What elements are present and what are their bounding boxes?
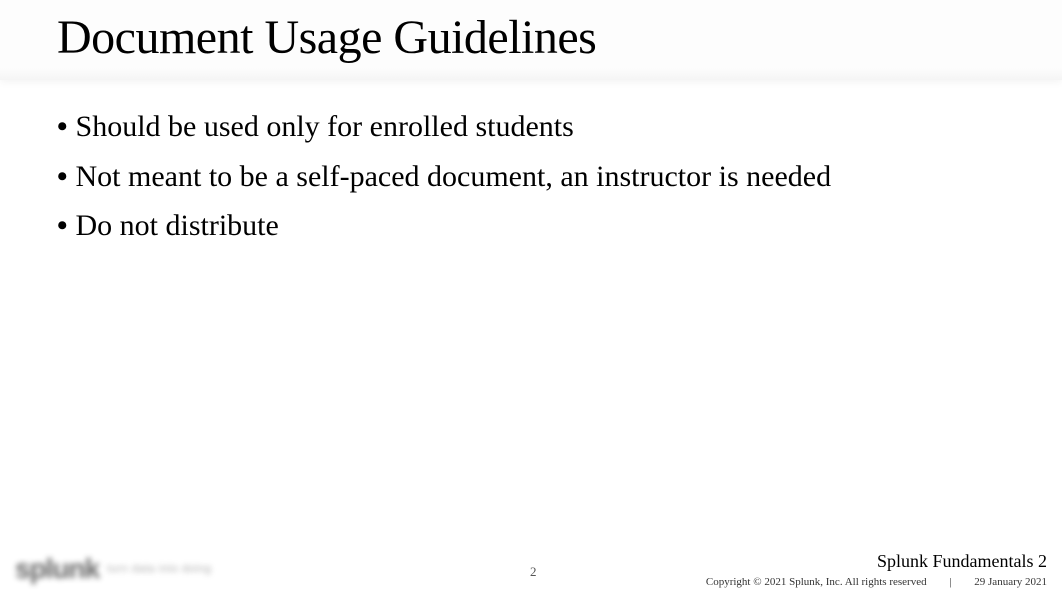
- slide-header: Document Usage Guidelines: [0, 0, 1062, 80]
- brand-tagline: turn data into doing: [107, 563, 211, 575]
- bullet-text: Should be used only for enrolled student…: [76, 102, 574, 152]
- bullet-item: • Not meant to be a self-paced document,…: [57, 152, 1005, 202]
- bullet-marker-icon: •: [57, 102, 68, 152]
- brand-logo: splunk: [15, 553, 99, 585]
- page-number: 2: [530, 564, 537, 580]
- copyright-text: Copyright © 2021 Splunk, Inc. All rights…: [706, 576, 927, 588]
- bullet-marker-icon: •: [57, 152, 68, 202]
- course-name: Splunk Fundamentals 2: [706, 551, 1047, 572]
- slide-footer: splunk turn data into doing 2 Splunk Fun…: [0, 540, 1062, 598]
- bullet-item: • Should be used only for enrolled stude…: [57, 102, 1005, 152]
- bullet-text: Do not distribute: [76, 201, 279, 251]
- copyright-line: Copyright © 2021 Splunk, Inc. All rights…: [706, 576, 1047, 588]
- logo-area: splunk turn data into doing: [15, 553, 211, 585]
- bullet-marker-icon: •: [57, 201, 68, 251]
- slide-title: Document Usage Guidelines: [57, 10, 1062, 65]
- footer-date: 29 January 2021: [974, 576, 1047, 588]
- bullet-item: • Do not distribute: [57, 201, 1005, 251]
- slide-content: • Should be used only for enrolled stude…: [0, 80, 1062, 251]
- bullet-text: Not meant to be a self-paced document, a…: [76, 152, 832, 202]
- footer-right: Splunk Fundamentals 2 Copyright © 2021 S…: [706, 551, 1047, 588]
- bullet-list: • Should be used only for enrolled stude…: [57, 102, 1005, 251]
- footer-divider: |: [949, 576, 951, 588]
